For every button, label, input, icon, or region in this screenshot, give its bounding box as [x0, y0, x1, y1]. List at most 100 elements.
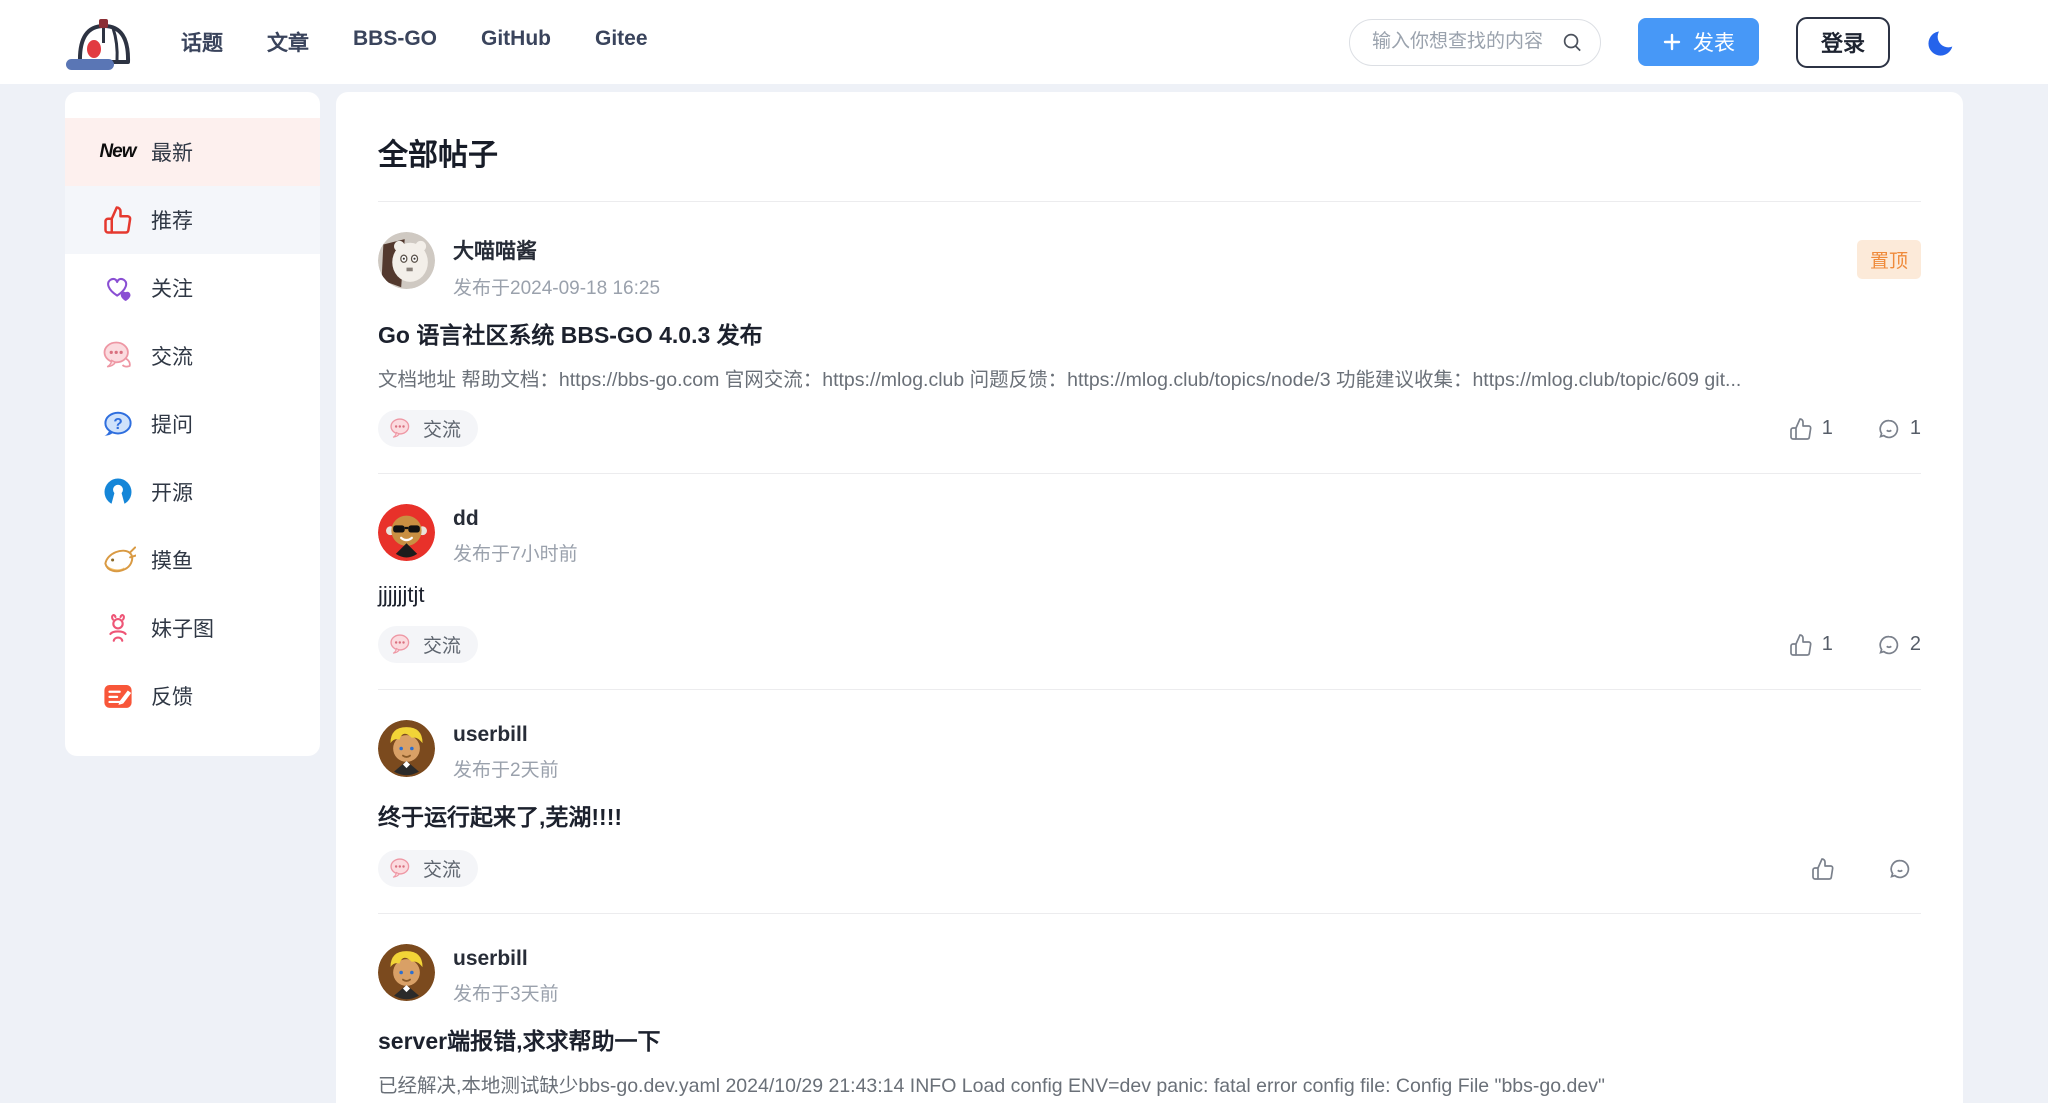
sidebar-item-feedback[interactable]: 反馈 — [65, 662, 320, 730]
avatar[interactable] — [378, 232, 435, 289]
chat-icon — [387, 631, 414, 658]
search-box[interactable] — [1349, 19, 1601, 66]
like-count: 1 — [1822, 417, 1833, 440]
post-tag-label: 交流 — [423, 855, 461, 882]
dark-mode-moon-icon[interactable] — [1927, 27, 1958, 58]
thumbs-up-icon — [1811, 857, 1835, 881]
search-icon[interactable] — [1561, 31, 1584, 54]
post-author[interactable]: userbill — [453, 723, 559, 747]
sidebar-item-question[interactable]: ? 提问 — [65, 390, 320, 458]
thumbs-up-icon — [1789, 417, 1813, 441]
navbar: 话题 文章 BBS-GO GitHub Gitee 发表 登录 — [0, 0, 2048, 84]
post-tag-label: 交流 — [423, 415, 461, 442]
login-button[interactable]: 登录 — [1796, 17, 1890, 68]
post-header: dd 发布于7小时前 — [378, 504, 1921, 566]
post-list-card: 全部帖子 大喵喵酱 — [336, 92, 1963, 1103]
new-badge-icon: New — [99, 134, 136, 171]
post-summary: 已经解决,本地测试缺少bbs-go.dev.yaml 2024/10/29 21… — [378, 1069, 1918, 1098]
post-item: userbill 发布于3天前 server端报错,求求帮助一下 已经解决,本地… — [378, 914, 1921, 1103]
avatar[interactable] — [378, 944, 435, 1001]
post-tag-chat[interactable]: 交流 — [378, 850, 478, 887]
post-meta: 发布于3天前 — [453, 979, 559, 1006]
sidebar-item-label: 摸鱼 — [151, 545, 193, 575]
chat-icon — [387, 855, 414, 882]
post-actions — [1811, 857, 1921, 881]
page-title: 全部帖子 — [378, 92, 1921, 202]
like-button[interactable]: 1 — [1789, 633, 1833, 657]
comment-button[interactable]: 1 — [1877, 417, 1921, 441]
like-button[interactable]: 1 — [1789, 417, 1833, 441]
sidebar-item-label: 交流 — [151, 341, 193, 371]
post-meta: 发布于2天前 — [453, 755, 559, 782]
nav-link-topics[interactable]: 话题 — [181, 27, 223, 57]
question-bubble-icon: ? — [99, 406, 136, 443]
post-header: 大喵喵酱 发布于2024-09-18 16:25 置顶 — [378, 232, 1921, 300]
chat-bubble-icon — [99, 338, 136, 375]
publish-button[interactable]: 发表 — [1638, 18, 1759, 66]
nav-link-bbsgo[interactable]: BBS-GO — [353, 27, 437, 57]
like-button[interactable] — [1811, 857, 1844, 881]
comment-button[interactable]: 2 — [1877, 633, 1921, 657]
sidebar-item-follow[interactable]: 关注 — [65, 254, 320, 322]
fish-icon — [99, 542, 136, 579]
sidebar-item-girls[interactable]: 妹子图 — [65, 594, 320, 662]
post-footer: 交流 1 1 — [378, 410, 1921, 447]
brand-cap-logo-icon[interactable] — [65, 11, 141, 73]
svg-text:?: ? — [113, 416, 122, 433]
girl-icon — [99, 610, 136, 647]
comment-icon — [1877, 417, 1901, 441]
post-footer: 交流 1 2 — [378, 626, 1921, 663]
nav-link-gitee[interactable]: Gitee — [595, 27, 648, 57]
post-author[interactable]: userbill — [453, 947, 559, 971]
search-input[interactable] — [1372, 31, 1561, 53]
chat-icon — [387, 415, 414, 442]
comment-count: 2 — [1910, 633, 1921, 656]
sidebar-item-chat[interactable]: 交流 — [65, 322, 320, 390]
comment-button[interactable] — [1888, 857, 1921, 881]
sidebar-item-label: 开源 — [151, 477, 193, 507]
pinned-badge: 置顶 — [1857, 240, 1921, 279]
post-title[interactable]: jjjjjjtjt — [378, 582, 1921, 608]
post-item: 大喵喵酱 发布于2024-09-18 16:25 置顶 Go 语言社区系统 BB… — [378, 202, 1921, 474]
page-layout: New 最新 推荐 关注 — [0, 84, 2048, 1103]
sidebar-item-fish[interactable]: 摸鱼 — [65, 526, 320, 594]
sidebar-item-label: 妹子图 — [151, 613, 214, 643]
nav-link-articles[interactable]: 文章 — [267, 27, 309, 57]
post-meta: 发布于2024-09-18 16:25 — [453, 273, 660, 300]
navbar-right: 发表 登录 — [1349, 17, 1958, 68]
thumbs-up-icon — [1789, 633, 1813, 657]
comment-icon — [1888, 857, 1912, 881]
sidebar-item-label: 推荐 — [151, 205, 193, 235]
comment-icon — [1877, 633, 1901, 657]
sidebar-item-opensource[interactable]: 开源 — [65, 458, 320, 526]
post-actions: 1 1 — [1789, 417, 1921, 441]
thumbs-up-icon — [99, 202, 136, 239]
comment-count: 1 — [1910, 417, 1921, 440]
post-tag-chat[interactable]: 交流 — [378, 626, 478, 663]
post-header: userbill 发布于2天前 — [378, 720, 1921, 782]
avatar[interactable] — [378, 720, 435, 777]
avatar[interactable] — [378, 504, 435, 561]
post-title[interactable]: 终于运行起来了,芜湖!!!! — [378, 798, 1921, 832]
post-footer: 交流 — [378, 850, 1921, 887]
post-author[interactable]: dd — [453, 507, 578, 531]
plus-icon — [1662, 32, 1682, 52]
sidebar-item-latest[interactable]: New 最新 — [65, 118, 320, 186]
publish-label: 发表 — [1693, 27, 1735, 57]
sidebar-item-label: 最新 — [151, 137, 193, 167]
nav-links: 话题 文章 BBS-GO GitHub Gitee — [181, 27, 648, 57]
post-actions: 1 2 — [1789, 633, 1921, 657]
post-author[interactable]: 大喵喵酱 — [453, 235, 660, 265]
sidebar-item-label: 关注 — [151, 273, 193, 303]
nav-link-github[interactable]: GitHub — [481, 27, 551, 57]
post-tag-chat[interactable]: 交流 — [378, 410, 478, 447]
post-title[interactable]: server端报错,求求帮助一下 — [378, 1022, 1921, 1056]
like-count: 1 — [1822, 633, 1833, 656]
post-header: userbill 发布于3天前 — [378, 944, 1921, 1006]
sidebar-item-label: 反馈 — [151, 681, 193, 711]
post-title[interactable]: Go 语言社区系统 BBS-GO 4.0.3 发布 — [378, 316, 1921, 350]
post-item: dd 发布于7小时前 jjjjjjtjt 交流 — [378, 474, 1921, 690]
sidebar-item-recommend[interactable]: 推荐 — [65, 186, 320, 254]
sidebar: New 最新 推荐 关注 — [65, 92, 320, 756]
post-meta: 发布于7小时前 — [453, 539, 578, 566]
